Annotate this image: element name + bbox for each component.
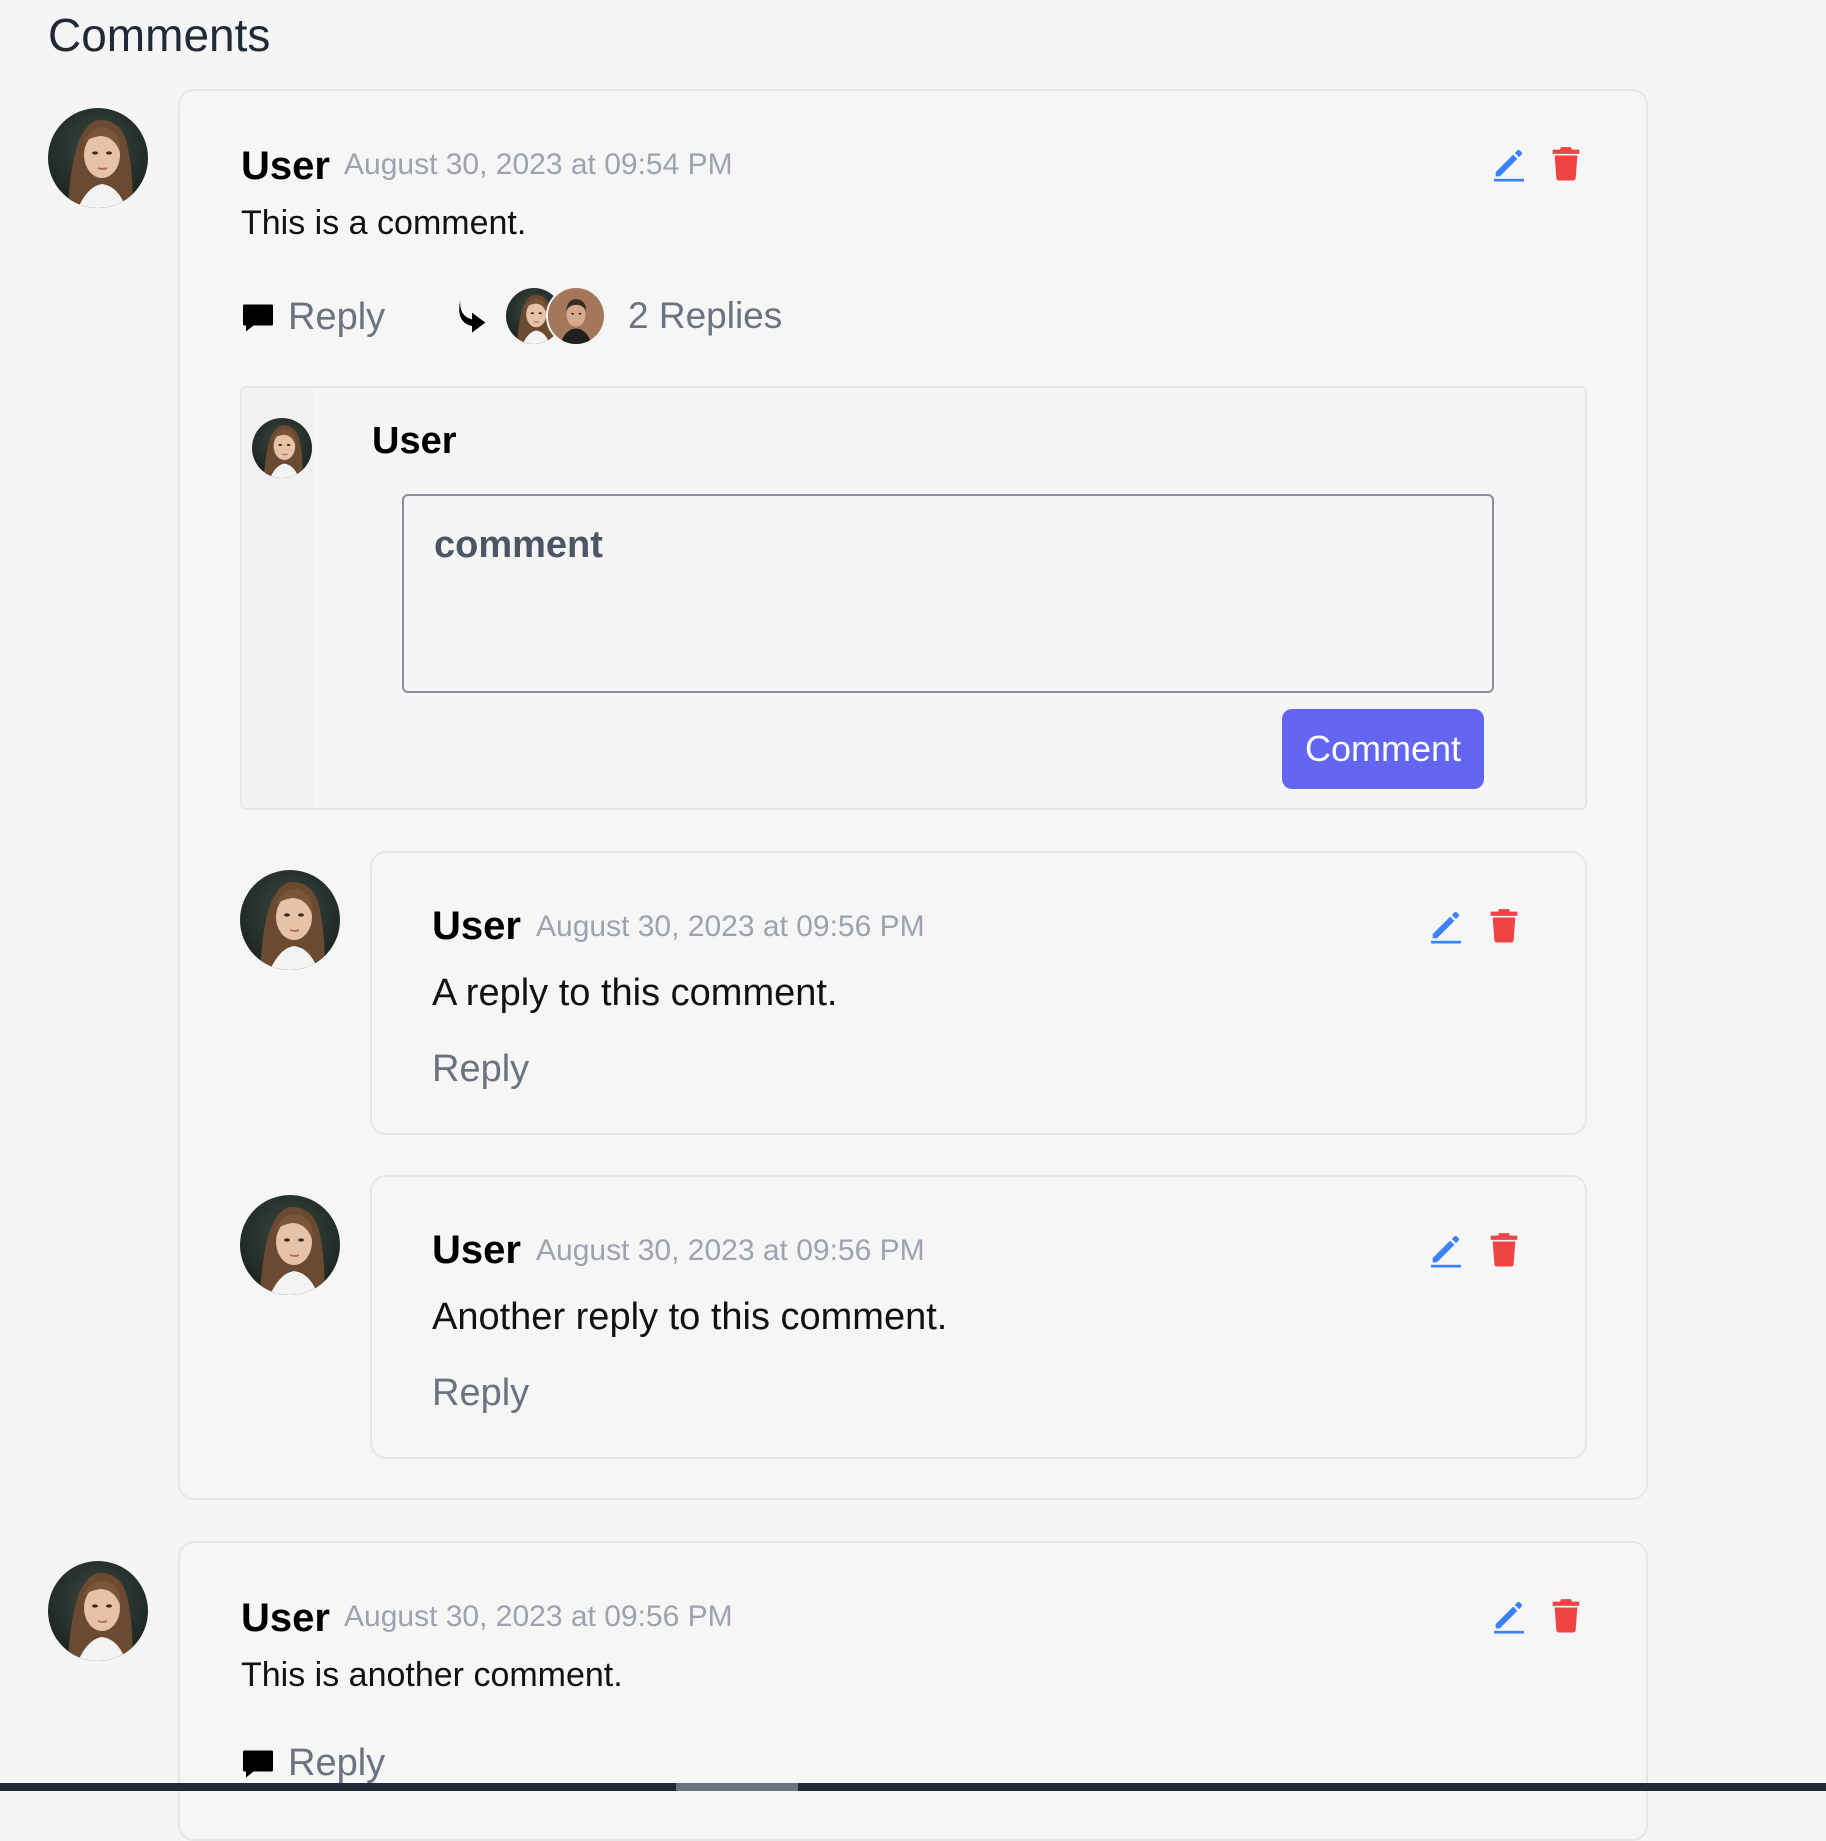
trash-icon: [1546, 1595, 1586, 1635]
replies-toggle[interactable]: 2 Replies: [452, 286, 782, 346]
avatar: [546, 286, 606, 346]
avatar: [252, 418, 312, 478]
horizontal-scrollbar[interactable]: [0, 1783, 1826, 1791]
avatar: [48, 108, 148, 208]
trash-icon: [1546, 143, 1586, 183]
pencil-icon: [1426, 905, 1466, 945]
speech-bubble-icon: [240, 1746, 276, 1782]
reply-author: User: [432, 904, 521, 948]
reply-button[interactable]: Reply: [240, 296, 385, 339]
reply-button[interactable]: Reply: [240, 1742, 385, 1785]
comment-input[interactable]: [402, 494, 1494, 693]
page-title: Comments: [48, 9, 271, 61]
edit-comment-button[interactable]: [1489, 1595, 1529, 1635]
submit-comment-button[interactable]: Comment: [1282, 709, 1484, 789]
reply-body: Another reply to this comment.: [432, 1296, 948, 1338]
delete-comment-button[interactable]: [1546, 1595, 1586, 1635]
reply-label: Reply: [288, 296, 386, 338]
edit-comment-button[interactable]: [1489, 143, 1529, 183]
comment-author: User: [241, 1596, 330, 1640]
reply-timestamp: August 30, 2023 at 09:56 PM: [536, 910, 925, 943]
avatar: [240, 870, 340, 970]
reply-label: Reply: [288, 1742, 386, 1784]
speech-bubble-icon: [240, 300, 276, 336]
delete-reply-button[interactable]: [1484, 1229, 1524, 1269]
avatar: [240, 1195, 340, 1295]
comment-body: This is another comment.: [241, 1656, 623, 1694]
pencil-icon: [1489, 1595, 1529, 1635]
comment-body: This is a comment.: [241, 204, 527, 242]
reply-form-author: User: [372, 420, 457, 462]
reply-body: A reply to this comment.: [432, 972, 838, 1014]
avatar: [48, 1561, 148, 1661]
comment-timestamp: August 30, 2023 at 09:54 PM: [344, 148, 733, 181]
reply-button[interactable]: Reply: [432, 1048, 529, 1091]
trash-icon: [1484, 1229, 1524, 1269]
curved-arrow-icon: [452, 296, 492, 336]
delete-reply-button[interactable]: [1484, 905, 1524, 945]
delete-comment-button[interactable]: [1546, 143, 1586, 183]
reply-author: User: [432, 1228, 521, 1272]
scrollbar-thumb[interactable]: [676, 1783, 798, 1791]
pencil-icon: [1426, 1229, 1466, 1269]
comment-timestamp: August 30, 2023 at 09:56 PM: [344, 1600, 733, 1633]
edit-reply-button[interactable]: [1426, 1229, 1466, 1269]
reply-timestamp: August 30, 2023 at 09:56 PM: [536, 1234, 925, 1267]
comment-author: User: [241, 144, 330, 188]
replies-count: 2 Replies: [628, 295, 783, 336]
edit-reply-button[interactable]: [1426, 905, 1466, 945]
reply-button[interactable]: Reply: [432, 1372, 529, 1415]
trash-icon: [1484, 905, 1524, 945]
pencil-icon: [1489, 143, 1529, 183]
